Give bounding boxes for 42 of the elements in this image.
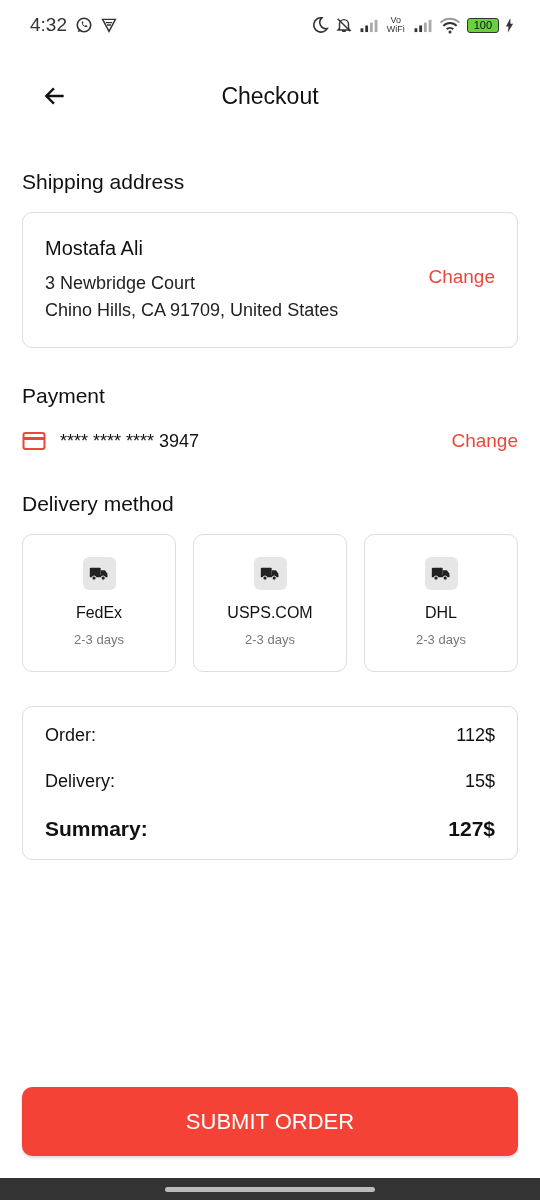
recipient-name: Mostafa Ali (45, 236, 144, 260)
credit-card-icon (22, 431, 46, 451)
delivery-option[interactable]: FedEx 2-3 days (22, 534, 176, 672)
clock-time: 4:32 (30, 14, 67, 36)
truck-icon (260, 566, 280, 581)
section-heading: Payment (22, 384, 106, 408)
wifi-icon (438, 16, 461, 34)
truck-icon (431, 566, 451, 581)
signal-icon (412, 17, 433, 33)
change-link[interactable]: Change (451, 430, 518, 452)
charging-bolt-icon (505, 17, 514, 33)
carrier-name: USPS.COM (227, 604, 313, 622)
moon-icon (310, 16, 329, 34)
section-heading: Delivery method (22, 492, 175, 516)
battery-indicator: 100 (466, 17, 499, 33)
address-line: 3 Newbridge Court (45, 271, 197, 295)
summary-value: 127$ (448, 817, 495, 841)
summary-label: Summary: (45, 817, 148, 841)
address-line: Chino Hills, CA 91709, United States (45, 298, 339, 322)
home-indicator[interactable] (165, 1186, 375, 1192)
delivery-option[interactable]: USPS.COM 2-3 days (193, 534, 347, 672)
delivery-time: 2-3 days (74, 632, 124, 647)
signal-icon (358, 17, 379, 33)
delivery-time: 2-3 days (416, 632, 466, 647)
page-title: Checkout (220, 82, 320, 110)
section-heading: Shipping address (22, 170, 186, 194)
change-link[interactable]: Change (428, 266, 495, 288)
summary-label: Delivery: (45, 771, 115, 792)
vowifi-label: Vo WiFi (385, 16, 406, 34)
carrier-name: FedEx (75, 604, 123, 622)
carrier-name: DHL (425, 604, 457, 622)
truck-icon (89, 566, 109, 581)
summary-value: 112$ (456, 725, 495, 746)
muted-bell-icon (334, 16, 353, 34)
submit-order-button[interactable]: SUBMIT ORDER (22, 1087, 518, 1156)
summary-label: Order: (45, 725, 96, 746)
chat-icon (75, 16, 93, 34)
summary-value: 15$ (464, 771, 495, 792)
card-number: **** **** **** 3947 (60, 430, 201, 452)
delivery-option[interactable]: DHL 2-3 days (364, 534, 518, 672)
shield-icon (101, 17, 117, 33)
delivery-time: 2-3 days (245, 632, 295, 647)
